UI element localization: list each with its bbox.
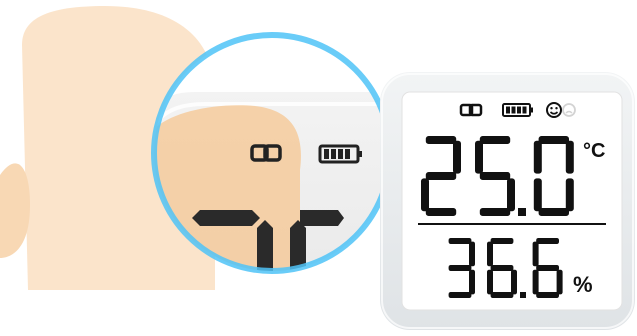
temperature-digit-2-segment-b bbox=[565, 140, 574, 174]
humidity-digit-2-segment-a bbox=[536, 238, 559, 244]
temperature-digit-0-segment-g bbox=[425, 172, 457, 180]
humidity-digit-0-segment-b bbox=[469, 241, 475, 267]
temperature-digit-2-segment-f bbox=[533, 140, 542, 174]
temperature-digit-1-segment-g bbox=[479, 172, 511, 180]
temperature-digit-1-segment-f bbox=[475, 140, 483, 174]
humidity-digit-2-segment-g bbox=[536, 265, 559, 271]
temperature-digit-2-segment-c bbox=[565, 178, 574, 212]
temperature-digit-2-segment-d bbox=[538, 208, 569, 216]
humidity-digit-0-segment-a bbox=[448, 238, 472, 244]
temperature-digit-1-segment-a bbox=[479, 136, 511, 144]
product-illustration: °C % bbox=[0, 6, 635, 330]
temperature-unit: °C bbox=[583, 140, 605, 162]
humidity-digit-2-segment-c bbox=[556, 269, 563, 295]
humidity-digit-1-segment-e bbox=[487, 269, 493, 295]
humidity-digit-2-segment-d bbox=[536, 292, 559, 298]
humidity-digit-0-segment-d bbox=[448, 292, 472, 298]
thermo-hygrometer-device: °C % bbox=[380, 72, 635, 330]
temperature-digit-0-segment-b bbox=[453, 140, 461, 174]
temperature-digit-2-segment-e bbox=[533, 178, 542, 212]
humidity-digit-0-segment-g bbox=[448, 265, 472, 271]
humidity-digit-1-segment-f bbox=[487, 241, 493, 267]
temperature-digit-2-segment-a bbox=[538, 136, 569, 144]
humidity-digit-2-segment-e bbox=[532, 269, 539, 295]
humidity-digit-0-segment-c bbox=[469, 269, 475, 295]
temperature-digit-0-segment-d bbox=[425, 208, 457, 216]
humidity-decimal-point bbox=[520, 292, 526, 298]
humidity-digit-2-segment-f bbox=[532, 241, 539, 267]
humidity-digit-1-segment-d bbox=[490, 292, 514, 298]
humidity-digit-1-segment-a bbox=[490, 238, 514, 244]
temperature-digit-0-segment-e bbox=[421, 178, 429, 212]
temperature-digit-0-segment-a bbox=[425, 136, 457, 144]
temperature-digit-1-segment-d bbox=[479, 208, 511, 216]
humidity-unit: % bbox=[573, 272, 593, 297]
temperature-decimal-point bbox=[518, 208, 526, 216]
humidity-digit-1-segment-g bbox=[490, 265, 514, 271]
temperature-digit-1-segment-c bbox=[507, 178, 515, 212]
humidity-digit-1-segment-c bbox=[511, 269, 517, 295]
